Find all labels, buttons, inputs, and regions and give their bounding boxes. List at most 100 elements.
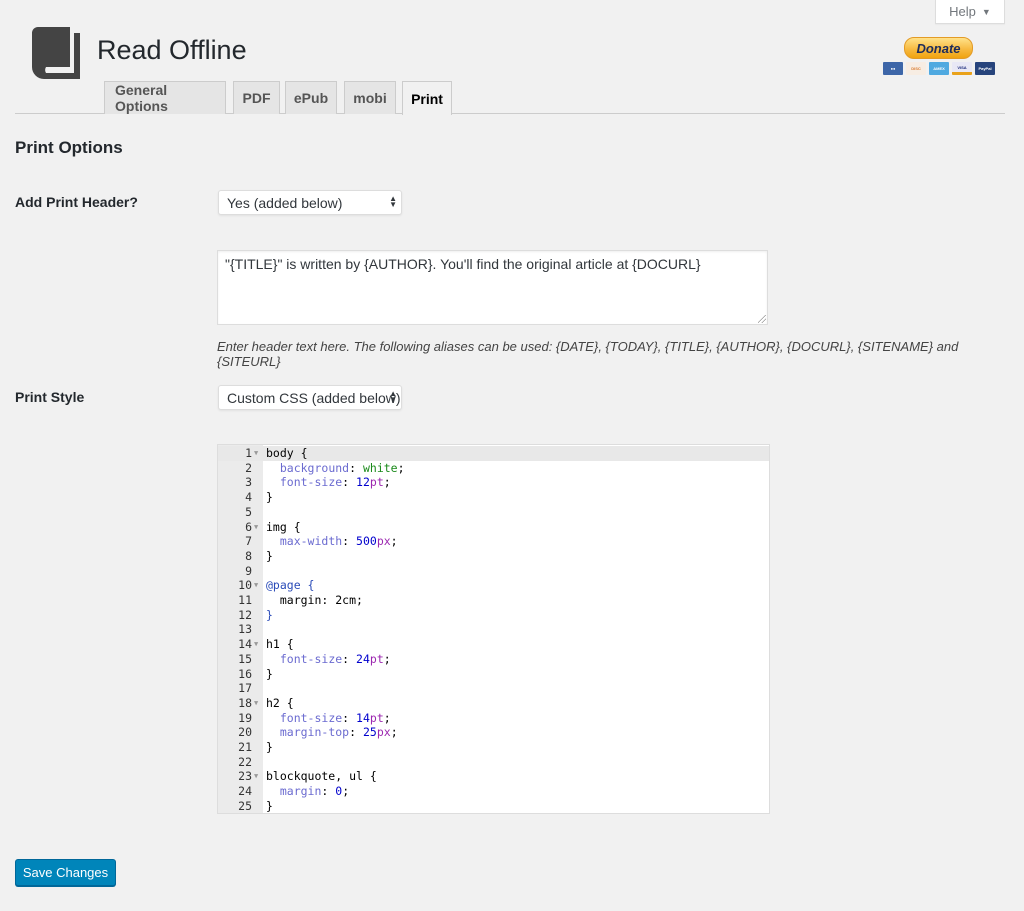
tab-pdf[interactable]: PDF xyxy=(233,81,280,114)
code-line[interactable]: 10 ▼ @page { xyxy=(218,578,769,593)
code-token: ; xyxy=(383,475,391,490)
code-text: } xyxy=(266,549,273,564)
code-line[interactable]: 4} xyxy=(218,490,769,505)
code-token: ; xyxy=(383,710,391,725)
code-line[interactable]: 23 ▼ blockquote, ul { xyxy=(218,769,769,784)
code-line[interactable]: 6 ▼ img { xyxy=(218,520,769,535)
donate-area: Donate ●● DISC AMEX VISA PayPal xyxy=(883,37,995,75)
code-line[interactable]: 15 font-size: 24pt; xyxy=(218,652,769,667)
code-line[interactable]: 25} xyxy=(218,799,769,814)
code-line[interactable]: 19 font-size: 14pt; xyxy=(218,711,769,726)
code-line[interactable]: 2 background: white; xyxy=(218,461,769,476)
line-number: 11 xyxy=(238,593,252,607)
line-number: 25 xyxy=(238,798,252,813)
print-header-select[interactable]: Yes (added below) ▲ ▼ xyxy=(218,190,402,215)
fold-arrow-icon[interactable]: ▼ xyxy=(254,446,258,461)
code-text: @page { xyxy=(266,578,314,593)
donate-button[interactable]: Donate xyxy=(904,37,973,59)
print-header-textarea[interactable]: "{TITLE}" is written by {AUTHOR}. You'll… xyxy=(217,250,768,325)
code-line[interactable]: 3 font-size: 12pt; xyxy=(218,475,769,490)
code-line[interactable]: 24 margin: 0; xyxy=(218,784,769,799)
code-token: ; xyxy=(397,460,405,475)
line-number: 15 xyxy=(238,651,252,666)
code-text: margin: 0; xyxy=(266,784,349,799)
code-token: : xyxy=(342,710,357,725)
code-token: blockquote, ul { xyxy=(266,769,377,784)
code-line[interactable]: 21} xyxy=(218,740,769,755)
tab-epub[interactable]: ePub xyxy=(285,81,337,114)
code-line[interactable]: 12} xyxy=(218,608,769,623)
code-line[interactable]: 17 xyxy=(218,681,769,696)
code-token: } xyxy=(266,607,273,622)
code-line[interactable]: 11 margin: 2cm; xyxy=(218,593,769,608)
line-number: 13 xyxy=(238,622,252,637)
line-number: 5 xyxy=(245,504,252,519)
save-changes-button[interactable]: Save Changes xyxy=(15,859,116,886)
print-header-selected: Yes (added below) xyxy=(227,194,343,211)
code-token: @page { xyxy=(266,578,315,593)
code-token: : xyxy=(342,651,357,666)
line-number: 1 xyxy=(245,446,252,460)
print-style-selected: Custom CSS (added below) xyxy=(227,389,401,406)
code-token: max-width xyxy=(279,534,343,549)
line-number: 18 xyxy=(238,695,252,710)
visa-icon: VISA xyxy=(952,62,972,75)
fold-arrow-icon[interactable]: ▼ xyxy=(254,578,258,593)
tab-mobi[interactable]: mobi xyxy=(344,81,396,114)
help-tab-button[interactable]: Help ▼ xyxy=(935,0,1005,24)
code-token: h1 { xyxy=(266,637,294,652)
code-text: margin: 2cm; xyxy=(266,593,363,608)
code-line[interactable]: 8} xyxy=(218,549,769,564)
line-number: 3 xyxy=(245,475,252,490)
code-line[interactable]: 20 margin-top: 25px; xyxy=(218,725,769,740)
code-text: font-size: 24pt; xyxy=(266,652,391,667)
print-header-text: "{TITLE}" is written by {AUTHOR}. You'll… xyxy=(225,256,701,272)
line-number: 10 xyxy=(238,578,252,593)
resize-handle-icon[interactable] xyxy=(758,315,766,323)
code-text: h1 { xyxy=(266,637,294,652)
code-text: } xyxy=(266,740,273,755)
book-icon xyxy=(32,27,80,79)
line-number: 14 xyxy=(238,637,252,652)
code-token: } xyxy=(266,798,273,813)
line-number: 8 xyxy=(245,548,252,563)
code-token: : xyxy=(349,725,363,740)
fold-arrow-icon[interactable]: ▼ xyxy=(254,769,258,784)
code-line[interactable]: 16} xyxy=(218,667,769,682)
css-code-editor[interactable]: 1 ▼ body {2 background: white; 3 font-size:… xyxy=(217,444,770,814)
line-number: 19 xyxy=(238,710,252,725)
code-token: } xyxy=(266,666,273,681)
code-token: pt xyxy=(369,651,384,666)
code-line[interactable]: 14 ▼ h1 { xyxy=(218,637,769,652)
amex-icon: AMEX xyxy=(929,62,949,75)
nav-tabs: General Options PDF ePub mobi Print xyxy=(15,81,1005,115)
fold-arrow-icon[interactable]: ▼ xyxy=(254,520,258,535)
tab-general-options[interactable]: General Options xyxy=(104,81,226,114)
fold-arrow-icon[interactable]: ▼ xyxy=(254,696,258,711)
line-number: 21 xyxy=(238,740,252,754)
payment-cards: ●● DISC AMEX VISA PayPal xyxy=(883,62,995,75)
fold-arrow-icon[interactable]: ▼ xyxy=(254,637,258,652)
code-line[interactable]: 13 xyxy=(218,622,769,637)
code-line[interactable]: 5 xyxy=(218,505,769,520)
line-number: 4 xyxy=(245,490,252,505)
code-token: background xyxy=(279,460,350,475)
line-number: 22 xyxy=(238,754,252,769)
code-line[interactable]: 1 ▼ body { xyxy=(218,446,769,461)
tab-print[interactable]: Print xyxy=(402,81,452,115)
line-number: 16 xyxy=(238,666,252,681)
print-style-select[interactable]: Custom CSS (added below) ▲ ▼ xyxy=(218,385,402,410)
code-line[interactable]: 18 ▼ h2 { xyxy=(218,696,769,711)
code-text: } xyxy=(266,667,273,682)
code-token: 25 xyxy=(362,725,377,740)
code-line[interactable]: 7 max-width: 500px; xyxy=(218,534,769,549)
code-line[interactable]: 9 xyxy=(218,564,769,579)
code-line[interactable]: 22 xyxy=(218,755,769,770)
code-token: pt xyxy=(369,475,384,490)
code-text: h2 { xyxy=(266,696,294,711)
